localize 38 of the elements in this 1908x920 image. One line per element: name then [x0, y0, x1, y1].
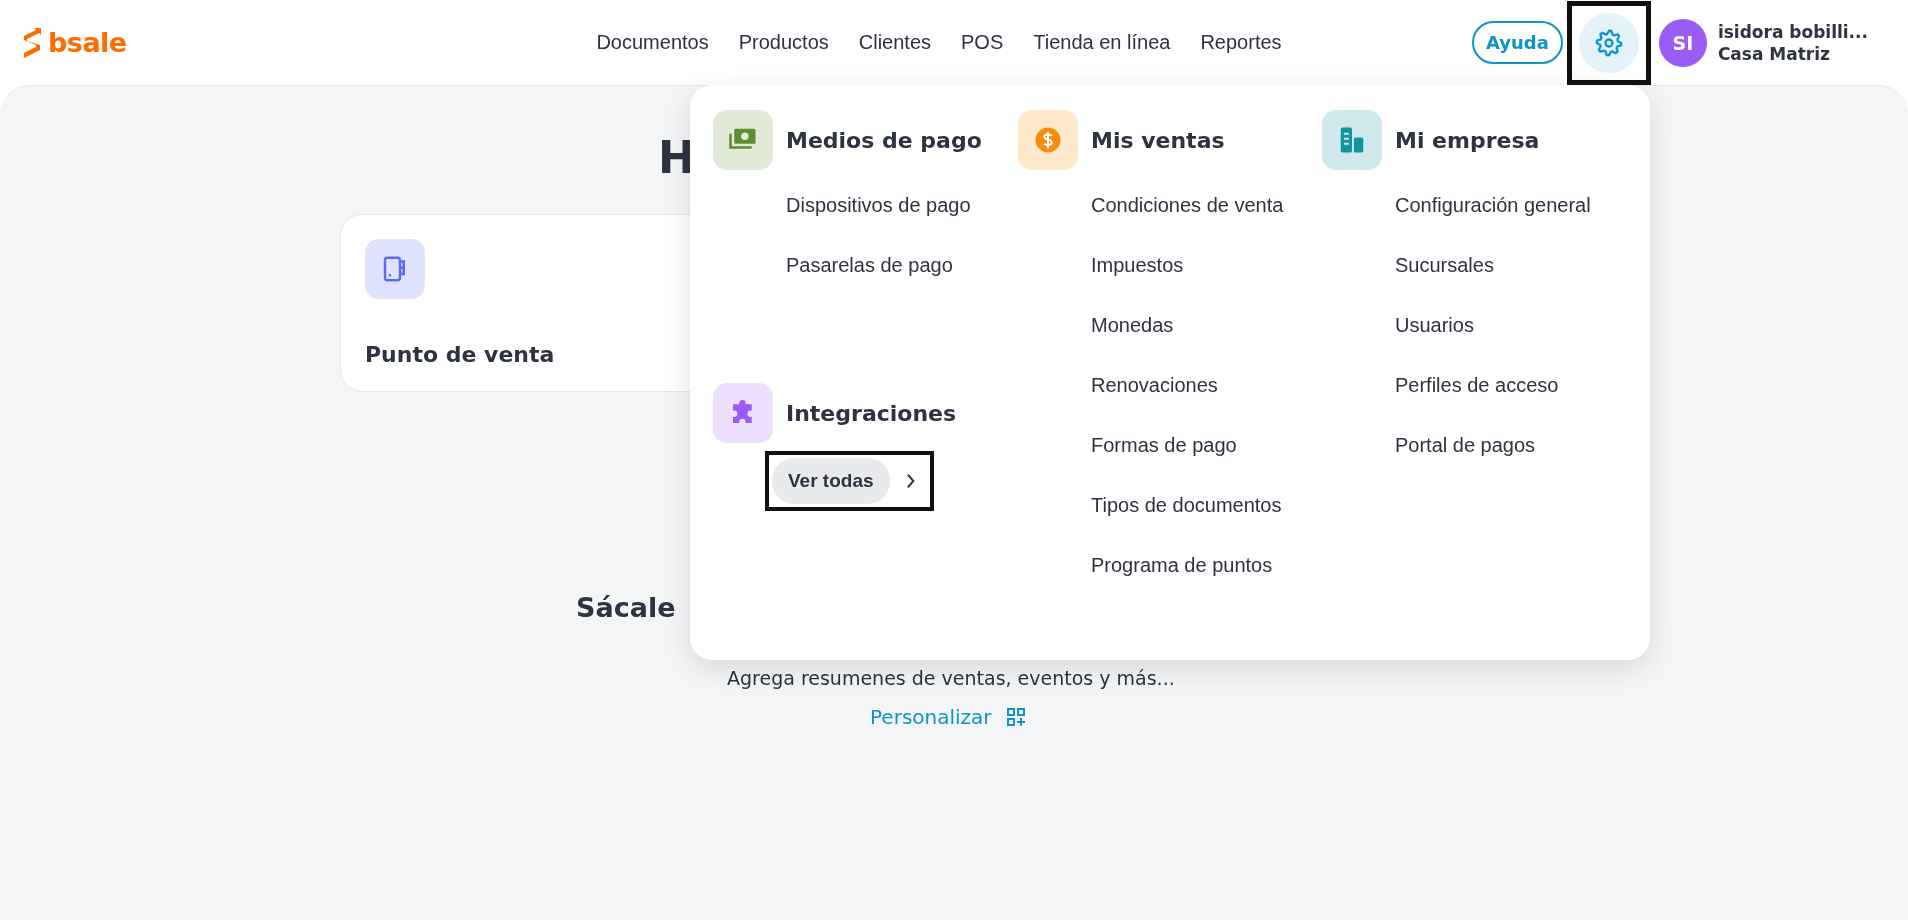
menu-item[interactable]: Portal de pagos	[1395, 415, 1536, 475]
menu-section-title: Integraciones	[786, 400, 957, 426]
logo-icon	[22, 27, 42, 58]
user-name: isidora bobilli...	[1717, 21, 1868, 42]
building-icon	[1322, 110, 1382, 170]
puzzle-icon	[713, 383, 773, 443]
chevron-right-icon	[905, 473, 916, 489]
banknotes-icon	[713, 110, 773, 170]
menu-section-title: Medios de pago	[786, 127, 982, 153]
menu-item[interactable]: Usuarios	[1395, 295, 1474, 355]
menu-item[interactable]: Sucursales	[1395, 235, 1494, 295]
nav-link[interactable]: POS	[961, 31, 1004, 54]
view-all-button[interactable]: Ver todas	[772, 458, 890, 504]
menu-item[interactable]: Formas de pago	[1091, 415, 1237, 475]
nav-link[interactable]: Productos	[738, 31, 829, 54]
widgets-add-icon	[1005, 707, 1026, 727]
card-title: Punto de venta	[365, 342, 556, 367]
menu-item[interactable]: Tipos de documentos	[1091, 475, 1282, 535]
nav-link[interactable]: Tienda en línea	[1033, 31, 1171, 54]
user-avatar[interactable]: SI	[1658, 18, 1707, 67]
menu-item[interactable]: Perfiles de acceso	[1395, 355, 1559, 415]
menu-item[interactable]: Monedas	[1091, 295, 1174, 355]
menu-item[interactable]: Renovaciones	[1091, 355, 1218, 415]
settings-icon	[1594, 28, 1623, 57]
menu-item[interactable]: Programa de puntos	[1091, 535, 1273, 595]
menu-section-title: Mi empresa	[1395, 127, 1540, 153]
nav-link[interactable]: Reportes	[1200, 31, 1282, 54]
section-title: Sácale	[576, 592, 676, 623]
menu-item[interactable]: Impuestos	[1091, 235, 1184, 295]
menu-item[interactable]: Condiciones de venta	[1091, 175, 1284, 235]
tablet-icon	[365, 239, 425, 299]
coin-icon	[1018, 110, 1078, 170]
menu-item[interactable]: Configuración general	[1395, 175, 1591, 235]
nav-link[interactable]: Documentos	[596, 31, 709, 54]
section-description: Agrega resumenes de ventas, eventos y más...	[727, 667, 1175, 689]
nav-link[interactable]: Clientes	[858, 31, 932, 54]
branch-name: Casa Matriz	[1717, 43, 1831, 64]
menu-section-title: Mis ventas	[1091, 127, 1225, 153]
